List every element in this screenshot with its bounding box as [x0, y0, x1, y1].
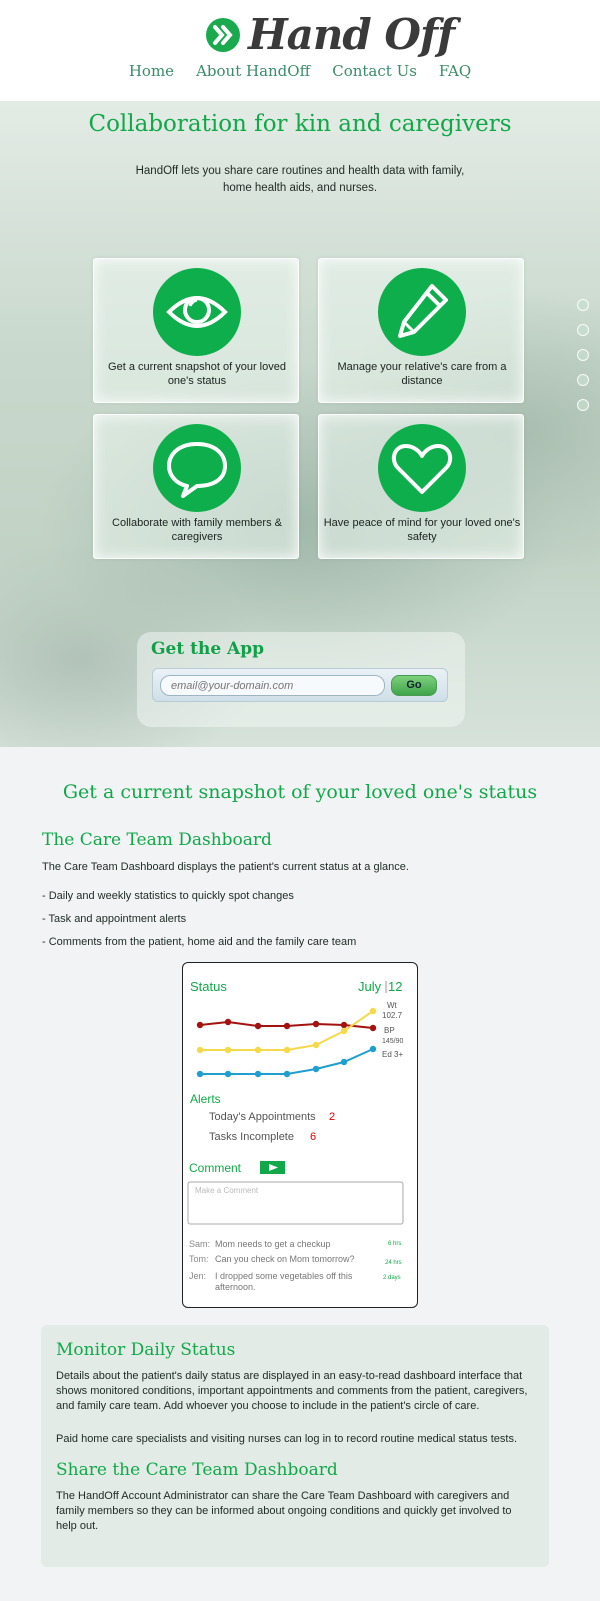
monitor-panel: Monitor Daily Status Details about the p…: [41, 1325, 549, 1567]
get-app-box: Get the App Go: [137, 632, 465, 727]
site-header: Hand Off Home About HandOff Contact Us F…: [0, 0, 600, 101]
dashboard-graphic: Status July 12 Wt 102.7 BP 145/90 Ed 3+ …: [187, 979, 404, 1292]
feature-caption: Collaborate with family members & caregi…: [112, 517, 282, 543]
feature-caption: Manage your relative's care from a dista…: [337, 361, 507, 387]
snapshot-title: Get a current snapshot of your loved one…: [62, 781, 538, 803]
pencil-icon: [378, 268, 466, 356]
status-point: [196, 1070, 204, 1078]
comment-text: Mom needs to get a checkup: [215, 1239, 331, 1249]
eye-icon[interactable]: [577, 324, 589, 336]
date-month: July: [358, 979, 382, 994]
status-point: [283, 1070, 291, 1078]
status-point: [254, 1046, 262, 1054]
feature-caption: Have peace of mind for your loved one's …: [323, 517, 521, 543]
status-point: [340, 1027, 348, 1035]
monitor-paragraph: Paid home care specialists and visiting …: [56, 1433, 518, 1445]
speech-bubble-icon[interactable]: [577, 374, 589, 386]
comment-text: I dropped some vegetables off this aftern…: [215, 1271, 353, 1292]
alerts-label: Alerts: [190, 1092, 221, 1106]
monitor-paragraph: Details about the patient's daily status…: [56, 1370, 528, 1412]
email-signup-bar: Go: [152, 668, 448, 702]
bullet-item: - Comments from the patient, home aid an…: [42, 936, 357, 948]
legend-bp-value: 145/90: [382, 1038, 404, 1045]
hero-subtitle: HandOff lets you share care routines and…: [135, 165, 465, 194]
status-point: [224, 1046, 232, 1054]
comment-author: Tom:: [189, 1254, 209, 1264]
comment-age: 24 hrs: [385, 1260, 402, 1266]
status-point: [254, 1070, 262, 1078]
bullet-item: - Task and appointment alerts: [42, 913, 187, 925]
status-point: [196, 1046, 204, 1054]
go-button[interactable]: Go: [391, 675, 437, 696]
date-day: 12: [388, 979, 402, 994]
feature-card-snapshot[interactable]: Get a current snapshot of your loved one…: [93, 258, 299, 403]
feature-card-manage[interactable]: Manage your relative's care from a dista…: [318, 258, 524, 403]
side-icon-nav: [577, 299, 591, 424]
status-chart: [196, 1007, 377, 1078]
comment-author: Jen:: [189, 1271, 206, 1281]
feature-card-peace[interactable]: Have peace of mind for your loved one's …: [318, 414, 524, 559]
status-point: [283, 1022, 291, 1030]
get-app-title: Get the App: [151, 639, 265, 659]
share-paragraph: The HandOff Account Administrator can sh…: [56, 1490, 512, 1532]
comment-text: Can you check on Mom tomorrow?: [215, 1254, 355, 1264]
comment-age: 2 days: [383, 1275, 401, 1281]
status-point: [369, 1045, 377, 1053]
tasks-label: Tasks Incomplete: [209, 1131, 294, 1143]
speech-bubble-icon: [153, 424, 241, 512]
status-point: [340, 1021, 348, 1029]
comment-author: Sam:: [189, 1239, 210, 1249]
logo-text: Hand Off: [248, 10, 455, 59]
tasks-count: 6: [310, 1131, 316, 1143]
status-point: [254, 1022, 262, 1030]
nav-home[interactable]: Home: [129, 62, 174, 80]
feature-caption: Get a current snapshot of your loved one…: [108, 361, 286, 387]
status-point: [369, 1024, 377, 1032]
legend-ed: Ed 3+: [382, 1050, 403, 1059]
status-point: [312, 1065, 320, 1073]
dashboard-preview: Status July 12 Wt 102.7 BP 145/90 Ed 3+ …: [182, 962, 418, 1308]
dashboard-heading: The Care Team Dashboard: [42, 830, 272, 850]
feature-card-collaborate[interactable]: Collaborate with family members & caregi…: [93, 414, 299, 559]
appointments-count: 2: [329, 1111, 335, 1123]
logo[interactable]: Hand Off: [206, 10, 455, 60]
appointments-label: Today's Appointments: [209, 1111, 316, 1123]
status-point: [224, 1018, 232, 1026]
dashboard-description: The Care Team Dashboard displays the pat…: [42, 861, 409, 873]
status-point: [312, 1041, 320, 1049]
comment-placeholder: Make a Comment: [195, 1186, 259, 1195]
nav-faq[interactable]: FAQ: [439, 62, 471, 80]
status-point: [224, 1070, 232, 1078]
status-label: Status: [190, 979, 227, 994]
legend-wt: Wt: [387, 1001, 398, 1010]
legend-bp: BP: [384, 1026, 395, 1035]
pencil-icon[interactable]: [577, 349, 589, 361]
calendar-icon[interactable]: [577, 299, 589, 311]
comment-label: Comment: [189, 1161, 242, 1175]
nav-contact[interactable]: Contact Us: [332, 62, 417, 80]
comment-age: 6 hrs: [388, 1241, 401, 1247]
hero-section: Collaboration for kin and caregivers Han…: [0, 101, 600, 747]
bullet-item: - Daily and weekly statistics to quickly…: [42, 890, 294, 902]
status-point: [312, 1020, 320, 1028]
status-point: [196, 1021, 204, 1029]
status-point: [340, 1058, 348, 1066]
email-input[interactable]: [160, 675, 385, 696]
nav-about[interactable]: About HandOff: [196, 62, 310, 80]
share-heading: Share the Care Team Dashboard: [56, 1460, 338, 1480]
monitor-heading: Monitor Daily Status: [56, 1340, 236, 1360]
heart-icon[interactable]: [577, 399, 589, 411]
status-point: [283, 1046, 291, 1054]
main-nav: Home About HandOff Contact Us FAQ: [0, 62, 600, 80]
hero-title: Collaboration for kin and caregivers: [88, 111, 512, 137]
status-point: [369, 1007, 377, 1015]
eye-icon: [153, 268, 241, 356]
handoff-logo-icon: [206, 18, 240, 52]
heart-icon: [378, 424, 466, 512]
legend-wt-value: 102.7: [382, 1011, 403, 1020]
